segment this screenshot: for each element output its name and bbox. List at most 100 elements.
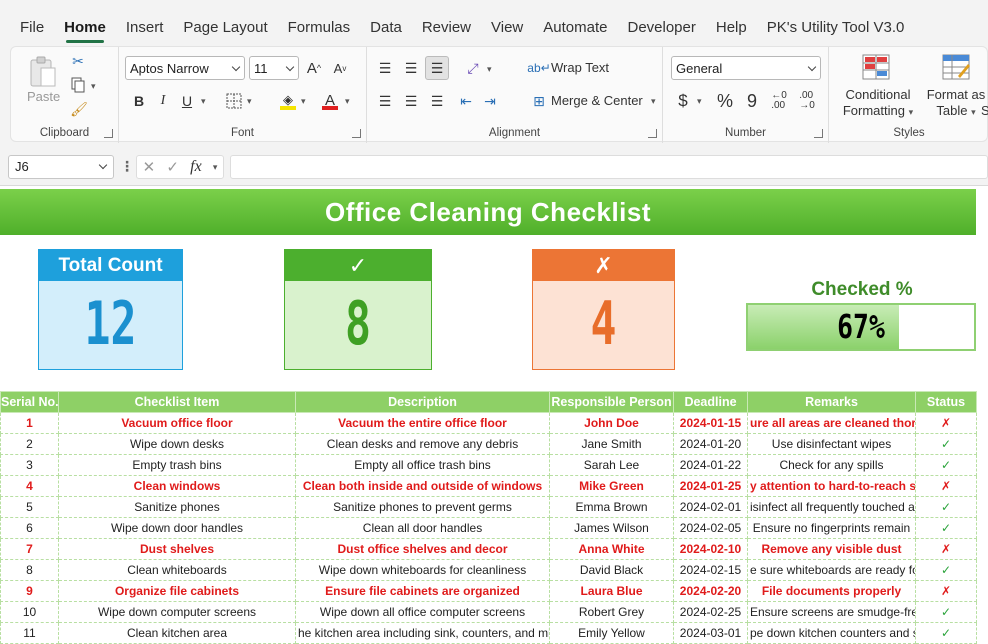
insert-function-button[interactable]: fx xyxy=(190,158,202,176)
cancel-icon[interactable]: ✕ xyxy=(143,158,156,176)
cell-remarks[interactable]: Ensure screens are smudge-free xyxy=(747,601,916,623)
decrease-font-icon[interactable]: Av xyxy=(329,56,351,80)
cell-deadline[interactable]: 2024-02-05 xyxy=(673,517,748,539)
paste-icon[interactable] xyxy=(25,53,61,91)
cell-remarks[interactable]: Use disinfectant wipes xyxy=(747,433,916,455)
menu-review[interactable]: Review xyxy=(412,19,481,46)
cell-serial[interactable]: 3 xyxy=(0,454,59,476)
cell-deadline[interactable]: 2024-01-20 xyxy=(673,433,748,455)
cell-item[interactable]: Wipe down door handles xyxy=(58,517,296,539)
decrease-decimal-icon[interactable]: .00 →0 xyxy=(795,89,819,113)
cell-deadline[interactable]: 2024-02-25 xyxy=(673,601,748,623)
align-center-icon[interactable]: ☰ xyxy=(399,89,423,113)
cell-person[interactable]: Emily Yellow xyxy=(549,622,674,644)
font-name-select[interactable]: Aptos Narrow xyxy=(125,56,245,80)
increase-indent-icon[interactable]: ⇥ xyxy=(479,89,501,113)
cell-person[interactable]: Sarah Lee xyxy=(549,454,674,476)
cell-desc[interactable]: Sanitize phones to prevent germs xyxy=(295,496,550,518)
increase-decimal-icon[interactable]: ←0.00 xyxy=(767,89,791,113)
cell-remarks[interactable]: y attention to hard-to-reach spo xyxy=(747,475,916,497)
cell-serial[interactable]: 5 xyxy=(0,496,59,518)
column-header[interactable]: Deadline xyxy=(673,391,748,413)
column-header[interactable]: Serial No. xyxy=(0,391,59,413)
column-header[interactable]: Status xyxy=(915,391,977,413)
align-bottom-icon[interactable]: ☰ xyxy=(425,56,449,80)
cell-person[interactable]: James Wilson xyxy=(549,517,674,539)
cell-desc[interactable]: Clean both inside and outside of windows xyxy=(295,475,550,497)
copy-icon[interactable] xyxy=(67,75,89,95)
orientation-icon[interactable]: ⤢ xyxy=(461,56,485,80)
cell-serial[interactable]: 9 xyxy=(0,580,59,602)
fill-color-dropdown-icon[interactable]: ▾ xyxy=(301,96,306,107)
column-header[interactable]: Remarks xyxy=(747,391,916,413)
cell-status[interactable]: ✓ xyxy=(915,454,977,476)
cell-serial[interactable]: 4 xyxy=(0,475,59,497)
cell-styles-button[interactable]: St xyxy=(981,103,988,118)
cell-item[interactable]: Wipe down desks xyxy=(58,433,296,455)
cell-person[interactable]: Jane Smith xyxy=(549,433,674,455)
column-header[interactable]: Responsible Person xyxy=(549,391,674,413)
conditional-formatting-button[interactable]: Conditional Formatting ▾ xyxy=(837,87,919,120)
cell-deadline[interactable]: 2024-01-15 xyxy=(673,412,748,434)
wrap-text-button[interactable]: Wrap Text xyxy=(551,60,609,75)
cell-deadline[interactable]: 2024-02-10 xyxy=(673,538,748,560)
cell-person[interactable]: Anna White xyxy=(549,538,674,560)
cell-serial[interactable]: 8 xyxy=(0,559,59,581)
cell-item[interactable]: Clean whiteboards xyxy=(58,559,296,581)
cell-desc[interactable]: Dust office shelves and decor xyxy=(295,538,550,560)
menu-automate[interactable]: Automate xyxy=(533,19,617,46)
chevron-down-icon[interactable]: ▾ xyxy=(213,162,218,173)
cell-remarks[interactable]: e sure whiteboards are ready for xyxy=(747,559,916,581)
cell-deadline[interactable]: 2024-02-01 xyxy=(673,496,748,518)
cell-serial[interactable]: 7 xyxy=(0,538,59,560)
column-header[interactable]: Checklist Item xyxy=(58,391,296,413)
format-as-table-button[interactable]: Format as Table ▾ xyxy=(925,87,987,120)
cell-status[interactable]: ✓ xyxy=(915,433,977,455)
format-as-table-icon[interactable] xyxy=(941,53,971,81)
cell-serial[interactable]: 10 xyxy=(0,601,59,623)
cell-status[interactable]: ✗ xyxy=(915,580,977,602)
cell-person[interactable]: Mike Green xyxy=(549,475,674,497)
cell-status[interactable]: ✗ xyxy=(915,538,977,560)
cell-desc[interactable]: Clean desks and remove any debris xyxy=(295,433,550,455)
cell-item[interactable]: Clean kitchen area xyxy=(58,622,296,644)
copy-dropdown-icon[interactable]: ▾ xyxy=(91,81,96,92)
underline-button[interactable]: U xyxy=(177,89,197,113)
cell-status[interactable]: ✓ xyxy=(915,517,977,539)
cell-desc[interactable]: Vacuum the entire office floor xyxy=(295,412,550,434)
font-size-select[interactable]: 11 xyxy=(249,56,299,80)
fill-color-icon[interactable]: ◈ xyxy=(277,89,299,113)
cell-item[interactable]: Vacuum office floor xyxy=(58,412,296,434)
cell-deadline[interactable]: 2024-02-20 xyxy=(673,580,748,602)
merge-center-button[interactable]: Merge & Center xyxy=(551,93,643,108)
menu-page-layout[interactable]: Page Layout xyxy=(173,19,277,46)
cell-deadline[interactable]: 2024-01-22 xyxy=(673,454,748,476)
italic-button[interactable]: I xyxy=(153,89,173,113)
cell-remarks[interactable]: pe down kitchen counters and si xyxy=(747,622,916,644)
cell-serial[interactable]: 11 xyxy=(0,622,59,644)
cell-status[interactable]: ✓ xyxy=(915,622,977,644)
cell-person[interactable]: Emma Brown xyxy=(549,496,674,518)
cell-desc[interactable]: Wipe down all office computer screens xyxy=(295,601,550,623)
bold-button[interactable]: B xyxy=(129,89,149,113)
comma-button[interactable]: 9 xyxy=(741,89,763,113)
cell-serial[interactable]: 2 xyxy=(0,433,59,455)
cell-status[interactable]: ✓ xyxy=(915,559,977,581)
cell-desc[interactable]: Ensure file cabinets are organized xyxy=(295,580,550,602)
menu-insert[interactable]: Insert xyxy=(116,19,174,46)
merge-dropdown-icon[interactable]: ▾ xyxy=(651,96,656,107)
name-box[interactable]: J6 xyxy=(8,155,114,179)
more-options-icon[interactable]: ⋮ xyxy=(120,158,134,175)
paste-button[interactable]: Paste xyxy=(27,89,60,104)
menu-data[interactable]: Data xyxy=(360,19,412,46)
menu-help[interactable]: Help xyxy=(706,19,757,46)
cell-desc[interactable]: Empty all office trash bins xyxy=(295,454,550,476)
format-painter-icon[interactable]: 🖌 xyxy=(69,99,89,119)
cell-remarks[interactable]: ure all areas are cleaned thorou xyxy=(747,412,916,434)
borders-dropdown-icon[interactable]: ▾ xyxy=(247,96,252,107)
cell-person[interactable]: David Black xyxy=(549,559,674,581)
currency-button[interactable]: $ xyxy=(673,89,693,113)
menu-view[interactable]: View xyxy=(481,19,533,46)
font-color-icon[interactable]: A xyxy=(319,89,341,113)
cell-person[interactable]: Laura Blue xyxy=(549,580,674,602)
